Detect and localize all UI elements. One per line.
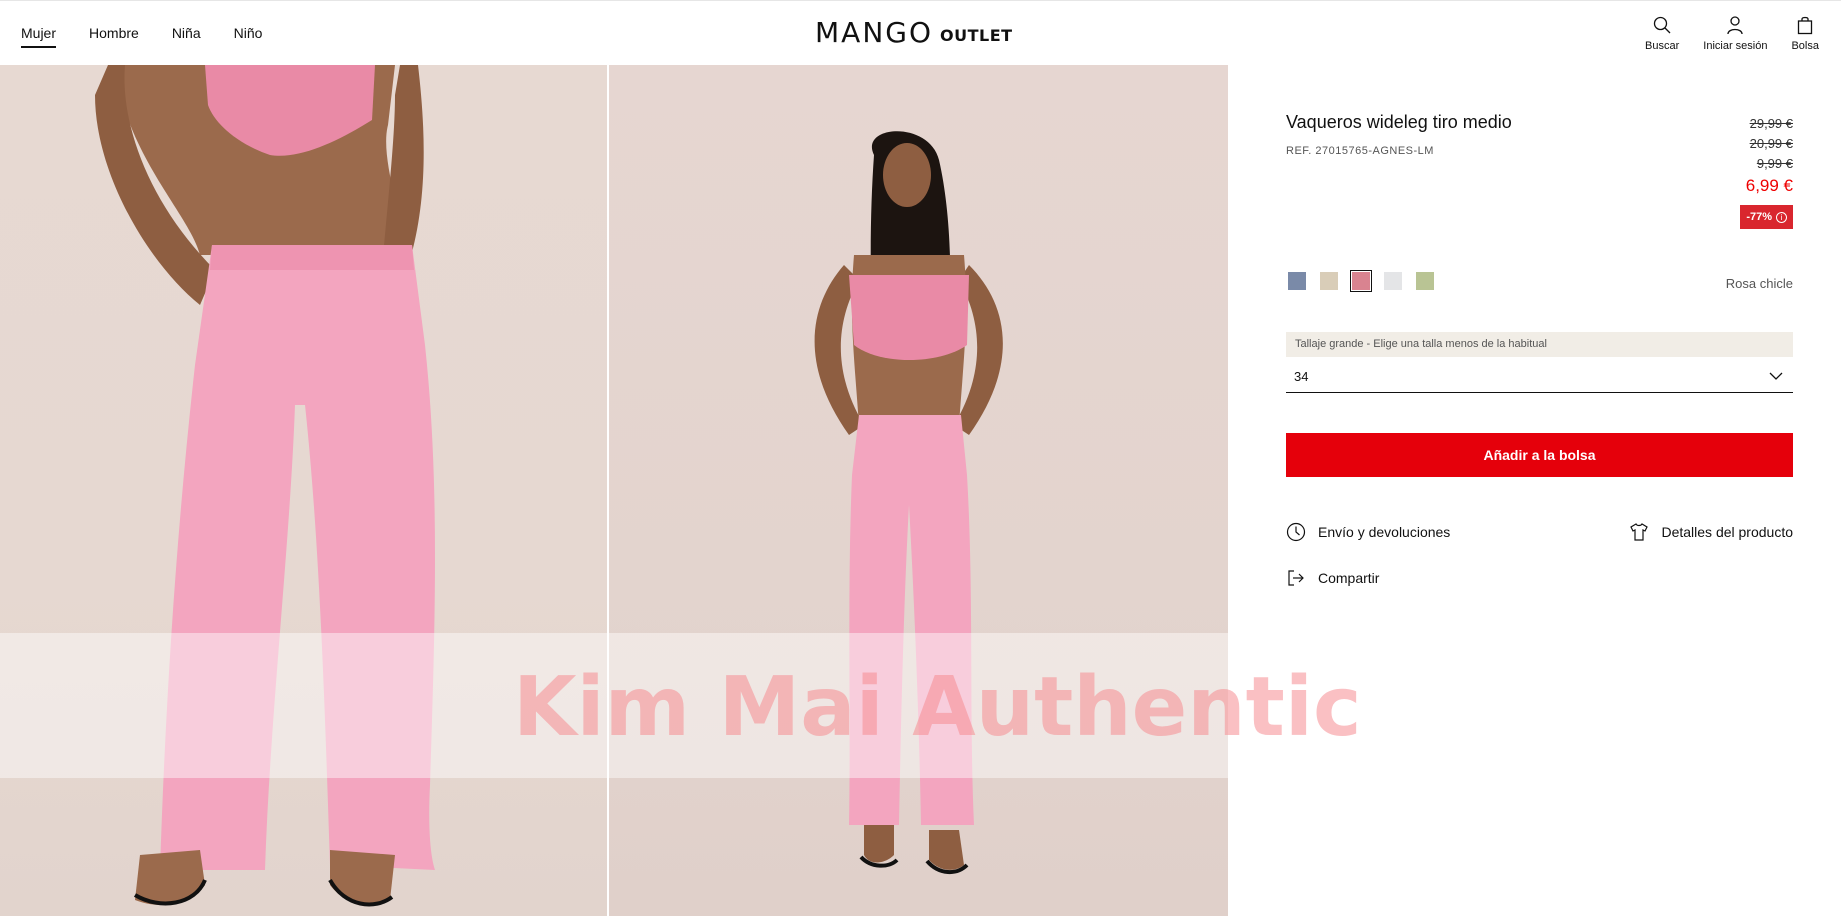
product-details-link[interactable]: Detalles del producto [1629,522,1793,542]
bag-button[interactable]: Bolsa [1791,15,1819,52]
color-swatch-green[interactable] [1414,270,1436,292]
nav-item-mujer[interactable]: Mujer [21,25,57,48]
swatch-fill [1288,272,1306,290]
old-price-1: 29,99 € [1749,116,1793,131]
swatch-fill [1352,272,1370,290]
logo-sub: OUTLET [940,26,1013,45]
bag-icon [1798,16,1813,35]
product-photo-closeup[interactable] [0,65,607,916]
bag-label: Bolsa [1791,40,1819,52]
main-nav: Mujer Hombre Niña Niño [21,25,295,48]
search-icon [1653,16,1671,34]
add-to-bag-button[interactable]: Añadir a la bolsa [1286,433,1793,477]
logo[interactable]: MANGO OUTLET [815,18,1013,48]
product-panel: Vaqueros wideleg tiro medio REF. 2701576… [1286,112,1793,586]
shipping-returns-label: Envío y devoluciones [1318,524,1451,540]
selected-color-name: Rosa chicle [1725,276,1793,291]
nav-item-nino[interactable]: Niño [234,25,263,48]
clock-icon [1286,522,1306,542]
share-icon [1288,570,1304,586]
jeans-closeup-illustration [95,65,435,907]
share-link[interactable]: Compartir [1286,568,1379,588]
nav-item-nina[interactable]: Niña [172,25,201,48]
swatch-fill [1416,272,1434,290]
product-title: Vaqueros wideleg tiro medio [1286,112,1512,132]
color-swatch-pink[interactable] [1350,270,1372,292]
user-icon [1727,16,1744,35]
model-full-illustration [814,131,1003,874]
swatch-fill [1320,272,1338,290]
size-hint: Tallaje grande - Elige una talla menos d… [1286,332,1793,357]
color-swatches [1286,270,1446,292]
watermark-text: Kim Mai Authentic [513,660,1362,755]
swatch-fill [1384,272,1402,290]
nav-item-hombre[interactable]: Hombre [89,25,139,48]
header-actions: Buscar Iniciar sesión Bolsa [1621,15,1819,52]
old-price-2: 20,99 € [1749,136,1793,151]
price-block: 29,99 € 20,99 € 9,99 € 6,99 € -77% i [1740,114,1793,229]
product-ref: REF. 27015765-AGNES-LM [1286,145,1434,157]
search-label: Buscar [1645,40,1680,52]
logo-brand: MANGO [815,16,933,49]
size-select[interactable]: 34 [1286,360,1793,393]
size-value: 34 [1294,369,1309,384]
info-icon: i [1776,211,1787,223]
tshirt-icon [1630,523,1649,541]
product-details-label: Detalles del producto [1661,524,1793,540]
color-swatch-white[interactable] [1382,270,1404,292]
current-price: 6,99 € [1745,176,1793,195]
chevron-down-icon [1769,372,1783,380]
product-photo-full[interactable] [609,65,1228,916]
search-button[interactable]: Buscar [1645,15,1679,52]
color-swatch-beige[interactable] [1318,270,1340,292]
old-price-3: 9,99 € [1756,156,1793,171]
share-label: Compartir [1318,570,1380,586]
discount-badge[interactable]: -77% i [1740,205,1793,229]
login-label: Iniciar sesión [1703,40,1768,52]
site-header: Mujer Hombre Niña Niño MANGO OUTLET Busc… [0,0,1841,65]
login-button[interactable]: Iniciar sesión [1703,15,1767,52]
shipping-returns-link[interactable]: Envío y devoluciones [1286,522,1450,542]
product-gallery [0,65,1228,916]
color-swatch-blue[interactable] [1286,270,1308,292]
discount-label: -77% [1746,211,1772,223]
